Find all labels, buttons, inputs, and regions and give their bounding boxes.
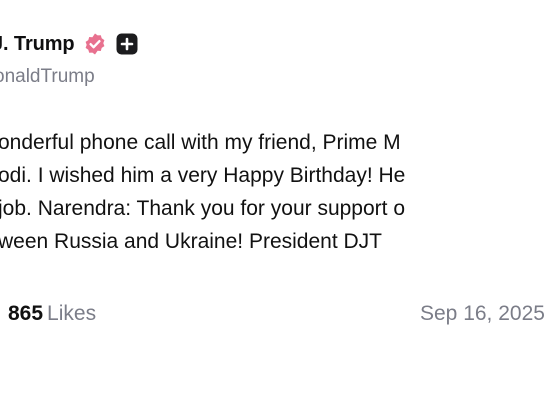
- likes-label: Likes: [47, 302, 97, 325]
- plus-badge-icon: [115, 32, 139, 56]
- likes-count: 865: [8, 302, 44, 325]
- author-handle[interactable]: onaldTrump: [0, 66, 95, 88]
- post-timestamp[interactable]: Sep 16, 2025: [420, 302, 545, 326]
- post-body-line: ween Russia and Ukraine! President DJT: [0, 230, 383, 253]
- post-body-line: job. Narendra: Thank you for your suppor…: [0, 197, 406, 220]
- post-card: J. Trump onaldTrump onderful phone call …: [0, 0, 560, 404]
- author-row: J. Trump: [0, 30, 139, 58]
- post-body-line: onderful phone call with my friend, Prim…: [0, 131, 401, 154]
- post-body-line: odi. I wished him a very Happy Birthday!…: [0, 164, 406, 187]
- post-body: onderful phone call with my friend, Prim…: [0, 126, 405, 258]
- author-display-name[interactable]: J. Trump: [0, 33, 75, 56]
- likes-button[interactable]: 865 Likes: [8, 302, 96, 326]
- verified-badge-icon: [83, 32, 107, 56]
- post-footer: 865 Likes Sep 16, 2025: [0, 302, 560, 334]
